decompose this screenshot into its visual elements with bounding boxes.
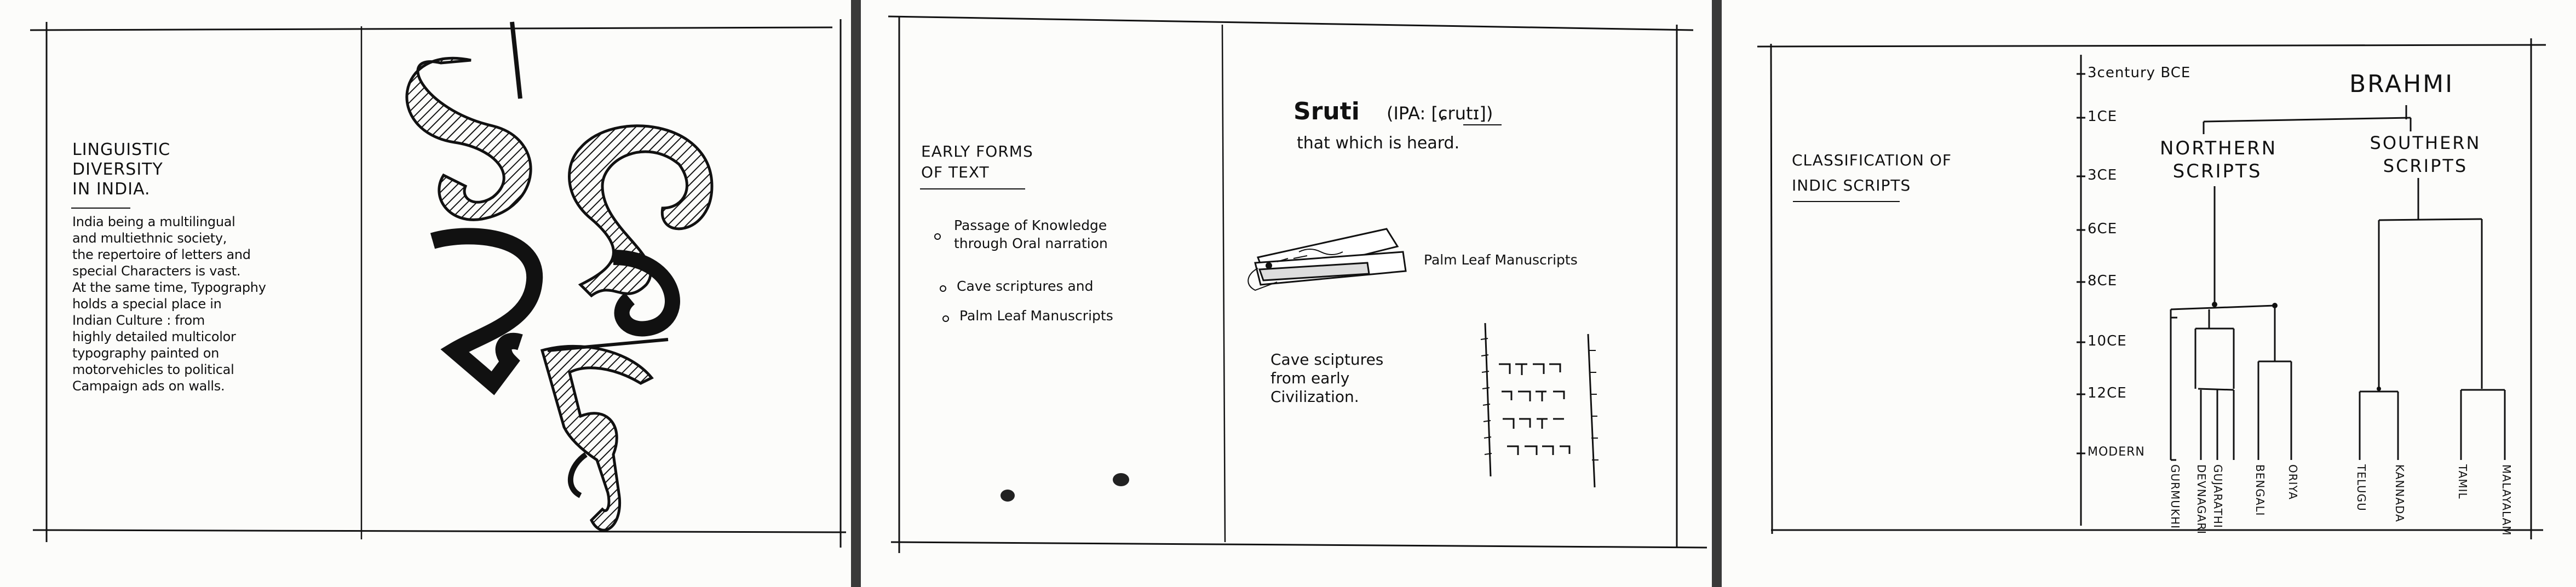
leaf-gujarathi: GUJARATHI xyxy=(2211,464,2224,528)
sketch-page-linguistic-diversity: LINGUISTIC DIVERSITY IN INDIA. India bei… xyxy=(0,0,851,587)
timeline-label: 6CE xyxy=(2088,221,2118,237)
branch-node-northern: NORTHERN SCRIPTS xyxy=(2160,137,2278,182)
timeline-label: MODERN xyxy=(2088,445,2145,459)
timeline-label: 1CE xyxy=(2088,108,2118,125)
leaf-oriya: ORIYA xyxy=(2286,464,2299,500)
branch-node-southern: SOUTHERN SCRIPTS xyxy=(2370,133,2481,176)
bullet-item-oral: Passage of Knowledge through Oral narrat… xyxy=(954,217,1108,251)
bullet-item-cave: Cave scriptures and xyxy=(957,278,1094,294)
bullet-item-palm: Palm Leaf Manuscripts xyxy=(959,308,1113,324)
sruti-ipa: (IPA: [ɕrutɪ]) xyxy=(1387,103,1493,124)
sketch-page-early-forms-of-text: EARLY FORMS OF TEXT Passage of Knowledge… xyxy=(861,0,1712,587)
sruti-meaning: that which is heard. xyxy=(1297,134,1460,153)
leaf-tamil: TAMIL xyxy=(2456,464,2469,499)
leaf-gurmukhi: GURMUKHI xyxy=(2169,464,2182,529)
timeline-label: 3CE xyxy=(2088,167,2118,183)
sketch-page-classification-of-indic-scripts: CLASSIFICATION OF INDIC SCRIPTS 3century… xyxy=(1722,0,2576,587)
page-title: LINGUISTIC DIVERSITY IN INDIA. xyxy=(72,140,171,199)
cave-caption: Cave sciptures from early Civilization. xyxy=(1270,350,1384,406)
timeline-label: 8CE xyxy=(2088,273,2118,289)
timeline-label: 3century BCE xyxy=(2088,65,2191,81)
page-title: CLASSIFICATION OF INDIC SCRIPTS xyxy=(1792,151,1952,194)
sruti-word: Sruti xyxy=(1293,97,1360,125)
leaf-bengali: BENGALI xyxy=(2253,464,2267,516)
leaf-kannada: KANNADA xyxy=(2393,464,2406,522)
leaf-malayalam: MALAYALAM xyxy=(2500,464,2513,536)
root-node-brahmi: BRAHMI xyxy=(2349,70,2454,98)
palm-leaf-caption: Palm Leaf Manuscripts xyxy=(1424,252,1578,268)
timeline-label: 10CE xyxy=(2088,333,2127,349)
page-title: EARLY FORMS OF TEXT xyxy=(921,142,1033,181)
timeline-label: 12CE xyxy=(2088,385,2127,401)
leaf-telugu: TELUGU xyxy=(2355,464,2368,511)
body-text: India being a multilingual and multiethn… xyxy=(72,214,266,394)
leaf-devnagari: DEVNAGARI xyxy=(2195,464,2208,534)
